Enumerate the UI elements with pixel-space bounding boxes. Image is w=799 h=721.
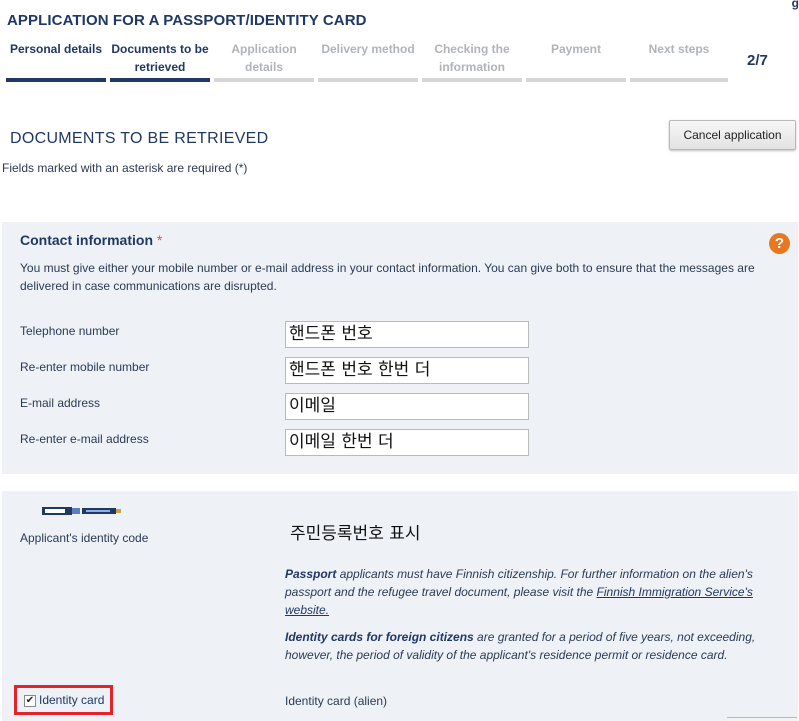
contact-description: You must give either your mobile number … — [20, 261, 755, 293]
step-personal-details[interactable]: Personal details — [6, 40, 106, 82]
required-fields-note: Fields marked with an asterisk are requi… — [2, 161, 248, 175]
contact-information-panel: Contact information * ? You must give ei… — [2, 222, 798, 474]
reenter-mobile-input[interactable]: 핸드폰 번호 한번 더 — [285, 357, 529, 384]
identity-panel: Applicant's identity code 주민등록번호 표시 Pass… — [2, 491, 798, 721]
reenter-email-input[interactable]: 이메일 한번 더 — [285, 429, 529, 456]
top-right-corner-text[interactable]: g — [792, 0, 799, 10]
step-counter: 2/7 — [747, 52, 768, 69]
identity-card-info: Identity cards for foreign citizens are … — [285, 630, 756, 662]
step-delivery-method: Delivery method — [318, 40, 418, 82]
step-bar — [110, 78, 210, 82]
step-next-steps: Next steps — [630, 40, 728, 82]
step-bar — [6, 78, 106, 82]
reenter-mobile-label: Re-enter mobile number — [20, 360, 150, 374]
bottom-button-edge — [727, 717, 797, 721]
telephone-label: Telephone number — [20, 324, 120, 338]
identity-code-value: 주민등록번호 표시 — [290, 524, 421, 544]
reenter-email-label: Re-enter e-mail address — [20, 432, 149, 446]
contact-information-title: Contact information * — [20, 232, 163, 248]
identity-card-checkbox-label[interactable]: Identity card — [39, 693, 104, 707]
step-bar — [318, 78, 418, 82]
passport-info: Passport applicants must have Finnish ci… — [285, 567, 753, 617]
step-checking-information: Checking the information — [422, 40, 522, 82]
step-bar — [422, 78, 522, 82]
identity-code-label: Applicant's identity code — [20, 531, 149, 545]
required-asterisk: * — [156, 232, 163, 248]
email-label: E-mail address — [20, 396, 101, 410]
email-input[interactable]: 이메일 — [285, 393, 529, 420]
step-bar — [526, 78, 626, 82]
section-heading: DOCUMENTS TO BE RETRIEVED — [10, 130, 269, 147]
step-bar — [214, 78, 314, 82]
step-payment: Payment — [526, 40, 626, 82]
identity-card-checkbox[interactable]: ✔ — [24, 695, 36, 707]
progress-steps: Personal details Documents to be retriev… — [6, 40, 728, 82]
id-card-strip-icon — [42, 507, 121, 515]
cancel-application-button[interactable]: Cancel application — [669, 120, 796, 150]
page-title: APPLICATION FOR A PASSPORT/IDENTITY CARD — [7, 12, 367, 29]
help-icon[interactable]: ? — [769, 233, 790, 254]
telephone-input[interactable]: 핸드폰 번호 — [285, 321, 529, 348]
step-application-details: Application details — [214, 40, 314, 82]
identity-card-alien-label: Identity card (alien) — [285, 694, 388, 708]
step-documents-to-be-retrieved[interactable]: Documents to be retrieved — [110, 40, 210, 82]
step-bar — [630, 78, 728, 82]
identity-card-checkbox-highlight[interactable]: ✔ Identity card — [14, 685, 113, 715]
